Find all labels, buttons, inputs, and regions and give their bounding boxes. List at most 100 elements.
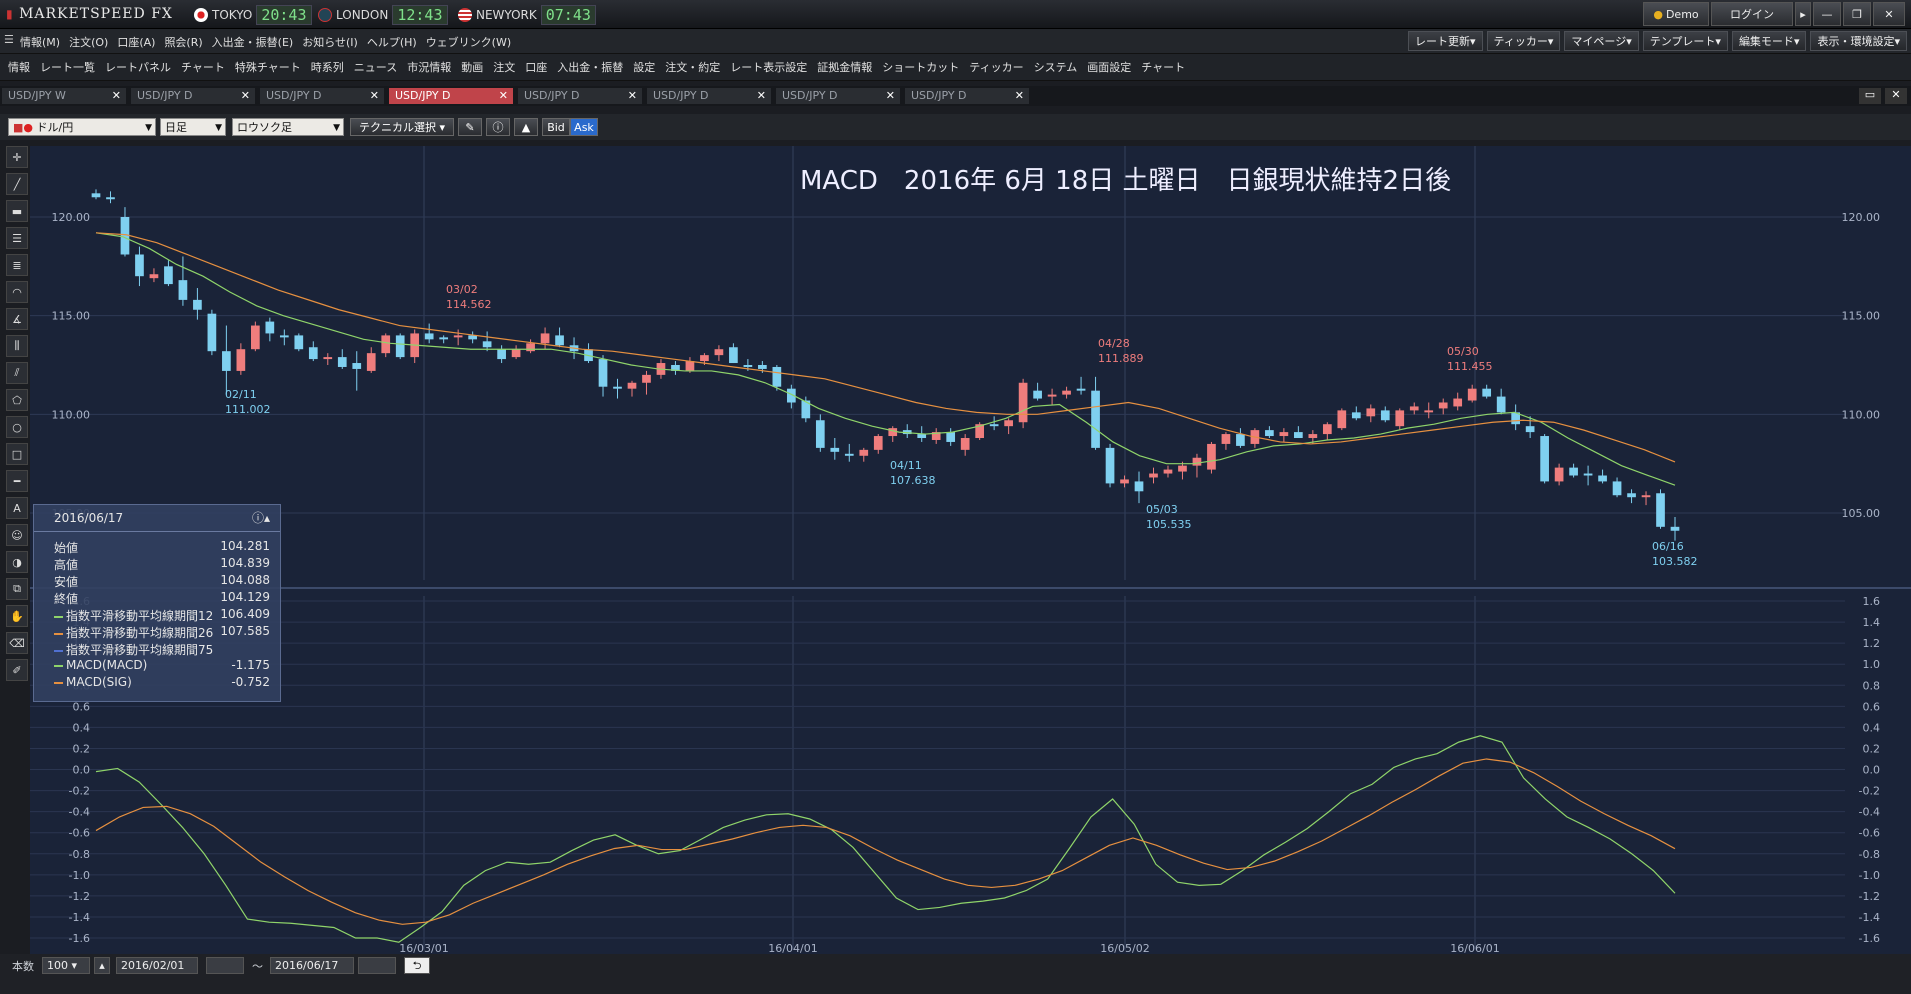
annotation-price: 107.638 bbox=[890, 474, 936, 487]
candle-body bbox=[1134, 481, 1144, 492]
candle-body bbox=[642, 374, 651, 383]
candle-body bbox=[989, 424, 999, 427]
info-row: 指数平滑移動平均線期間26 107.585 bbox=[54, 624, 270, 640]
candle-body bbox=[743, 365, 753, 367]
annotation-date: 04/11 bbox=[890, 459, 922, 472]
candle-body bbox=[1322, 424, 1332, 435]
price-tick-label-right: 105.00 bbox=[1842, 507, 1881, 520]
candle-body bbox=[453, 335, 463, 338]
candle-body bbox=[1598, 475, 1607, 482]
refresh-icon[interactable]: ⮌ bbox=[404, 957, 430, 974]
candle-body bbox=[714, 349, 724, 356]
annotation-price: 111.455 bbox=[1447, 360, 1493, 373]
macd-tick-label-right: 0.4 bbox=[1863, 721, 1881, 734]
candle-body bbox=[1163, 469, 1173, 474]
info-row: 始値 104.281 bbox=[54, 539, 270, 555]
candle-body bbox=[1105, 447, 1115, 484]
macd-tick-label: -0.2 bbox=[69, 785, 90, 798]
info-date: 2016/06/17 bbox=[54, 511, 124, 525]
candle-body bbox=[540, 333, 550, 344]
info-label: 指数平滑移動平均線期間26 bbox=[66, 626, 214, 640]
candle-body bbox=[366, 353, 376, 371]
candle-body bbox=[1047, 394, 1057, 397]
info-label: MACD(MACD) bbox=[66, 658, 148, 672]
candle-body bbox=[1337, 410, 1347, 429]
macd-tick-label-right: -1.4 bbox=[1859, 911, 1880, 924]
candle-body bbox=[613, 386, 622, 389]
info-value: 104.088 bbox=[220, 573, 270, 587]
info-value: 106.409 bbox=[220, 607, 270, 621]
macd-tick-label: -0.4 bbox=[69, 806, 90, 819]
candle-body bbox=[482, 341, 492, 348]
macd-tick-label-right: 1.4 bbox=[1863, 616, 1881, 629]
info-label: 安値 bbox=[54, 575, 79, 589]
to-date-input[interactable]: 2016/06/17 bbox=[270, 957, 354, 974]
annotation-price: 111.889 bbox=[1098, 352, 1144, 365]
macd-tick-label-right: 0.2 bbox=[1863, 742, 1881, 755]
macd-tick-label: 0.0 bbox=[73, 764, 91, 777]
count-input[interactable]: 100 ▾ bbox=[42, 957, 90, 974]
count-value: 100 bbox=[47, 959, 68, 972]
candle-body bbox=[207, 313, 217, 352]
candle-body bbox=[164, 266, 173, 285]
info-row: 安値 104.088 bbox=[54, 573, 270, 589]
annotation-date: 05/03 bbox=[1146, 503, 1178, 516]
candle-body bbox=[149, 274, 159, 279]
macd-tick-label-right: 0.8 bbox=[1863, 679, 1881, 692]
info-label: 始値 bbox=[54, 541, 79, 555]
count-label: 本数 bbox=[12, 960, 34, 973]
candle-body bbox=[1076, 388, 1086, 391]
macd-line bbox=[95, 735, 1676, 943]
info-label: MACD(SIG) bbox=[66, 675, 132, 689]
chart-svg: 120.00 120.00 115.00 115.00 110.00 110.00 105.… bbox=[30, 146, 1911, 955]
price-tick-label-right: 120.00 bbox=[1842, 211, 1881, 224]
count-up-icon[interactable]: ▴ bbox=[94, 957, 110, 974]
candle-body bbox=[1192, 457, 1202, 466]
candle-body bbox=[1409, 406, 1419, 411]
candle-body bbox=[859, 449, 869, 456]
to-time-input[interactable] bbox=[358, 957, 396, 974]
range-tilde: ～ bbox=[252, 960, 263, 973]
candle-body bbox=[424, 333, 434, 340]
series-swatch bbox=[54, 632, 63, 635]
info-row: 高値 104.839 bbox=[54, 556, 270, 572]
from-time-input[interactable] bbox=[206, 957, 244, 974]
candle-body bbox=[135, 254, 144, 277]
macd-tick-label: 0.6 bbox=[73, 700, 91, 713]
candle-body bbox=[555, 335, 564, 346]
candle-body bbox=[1091, 390, 1100, 448]
macd-tick-label: -1.2 bbox=[69, 890, 90, 903]
info-panel-header: 2016/06/17 ⓘ▴ bbox=[34, 505, 280, 532]
candle-body bbox=[1569, 467, 1578, 476]
candle-body bbox=[222, 351, 231, 371]
info-collapse-icon[interactable]: ⓘ▴ bbox=[252, 505, 270, 531]
from-date-input[interactable]: 2016/02/01 bbox=[116, 957, 198, 974]
info-value: 104.281 bbox=[220, 539, 270, 553]
macd-tick-label-right: -1.6 bbox=[1859, 932, 1880, 945]
price-tick-label-right: 110.00 bbox=[1842, 408, 1881, 421]
candle-body bbox=[700, 355, 709, 362]
series-swatch bbox=[54, 649, 63, 652]
candle-body bbox=[1627, 493, 1636, 498]
candle-body bbox=[1670, 526, 1680, 531]
bottom-bar: 本数 100 ▾ ▴ 2016/02/01 ～ 2016/06/17 ⮌ bbox=[0, 954, 1911, 994]
series-swatch bbox=[54, 615, 63, 618]
candle-body bbox=[873, 436, 883, 450]
candle-body bbox=[888, 428, 898, 437]
ema12-line bbox=[95, 232, 1676, 486]
macd-tick-label-right: 1.6 bbox=[1863, 595, 1881, 608]
macd-tick-label: -1.0 bbox=[69, 869, 90, 882]
candle-body bbox=[815, 420, 825, 448]
candle-body bbox=[1467, 388, 1477, 401]
candle-body bbox=[1656, 493, 1665, 527]
candle-body bbox=[1395, 410, 1405, 427]
candle-body bbox=[279, 335, 289, 338]
candle-body bbox=[772, 366, 782, 387]
macd-tick-label: -1.4 bbox=[69, 911, 90, 924]
macd-tick-label: 0.2 bbox=[73, 742, 91, 755]
candle-body bbox=[511, 349, 521, 358]
candle-body bbox=[685, 361, 695, 371]
candle-body bbox=[294, 335, 304, 350]
candle-body bbox=[352, 363, 362, 369]
candle-body bbox=[1612, 481, 1622, 496]
